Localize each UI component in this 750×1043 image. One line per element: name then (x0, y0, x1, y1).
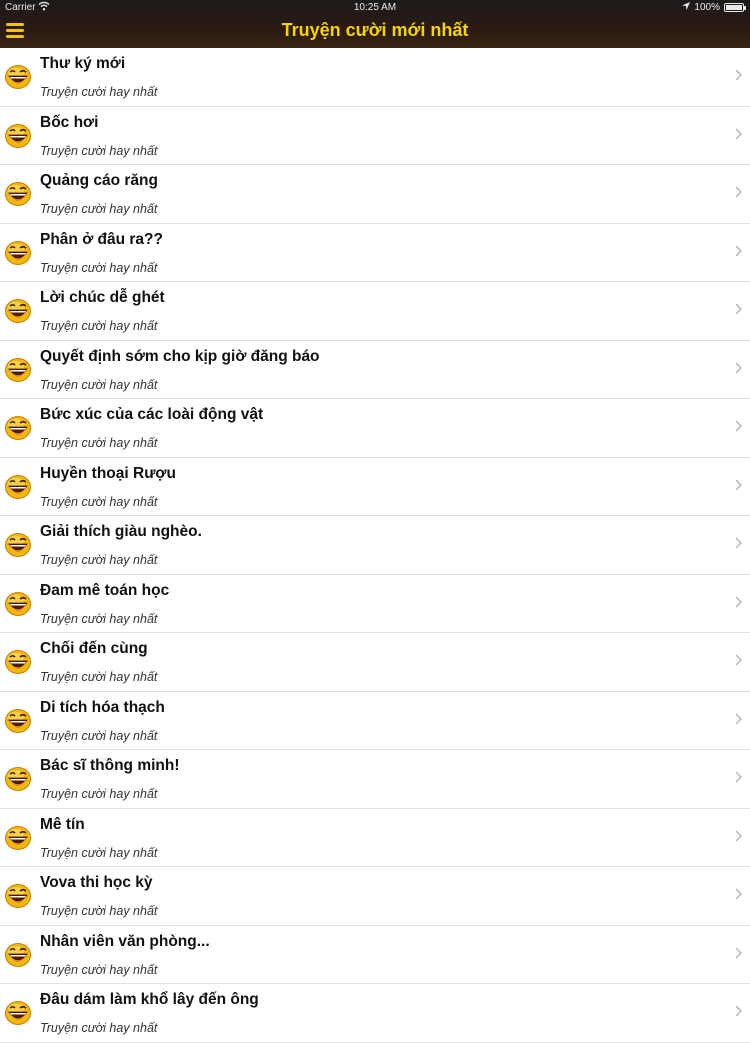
battery-icon (724, 3, 746, 12)
list-item[interactable]: Huyền thoại Rượu Truyện cười hay nhất (0, 457, 750, 516)
list-item-subtitle: Truyện cười hay nhất (40, 436, 158, 450)
laughing-face-icon (4, 181, 32, 207)
list-item-title: Đam mê toán học (40, 581, 170, 599)
list-item-subtitle: Truyện cười hay nhất (40, 143, 158, 158)
chevron-right-icon (735, 536, 743, 552)
chevron-right-icon (735, 68, 743, 84)
laughing-face-icon (4, 64, 32, 90)
laughing-face-icon (4, 708, 32, 734)
list-item[interactable]: Bức xúc của các loài động vật Truyện cười… (0, 399, 750, 458)
laughing-face-icon (4, 1000, 32, 1026)
chevron-right-icon (735, 829, 743, 845)
list-item-subtitle: Truyện cười hay nhất (40, 1021, 158, 1035)
list-item[interactable]: Quảng cáo răng Truyện cười hay nhất (0, 165, 750, 224)
list-item-subtitle: Truyện cười hay nhất (40, 787, 158, 801)
list-item-subtitle: Truyện cười hay nhất (40, 728, 158, 743)
laughing-face-icon (4, 298, 32, 324)
chevron-right-icon (735, 653, 743, 669)
laughing-face-icon (4, 942, 32, 968)
chevron-right-icon (735, 887, 743, 903)
list-item-title: Mê tín (40, 815, 85, 833)
laughing-face-icon (4, 357, 32, 383)
chevron-right-icon (735, 770, 743, 786)
list-item-subtitle: Truyện cười hay nhất (40, 494, 158, 509)
list-item-subtitle: Truyện cười hay nhất (40, 845, 158, 860)
laughing-face-icon (4, 240, 32, 266)
list-item-subtitle: Truyện cười hay nhất (40, 904, 158, 918)
laughing-face-icon (4, 591, 32, 617)
list-item[interactable]: Vova thi học kỳ Truyện cười hay nhất (0, 867, 750, 926)
laughing-face-icon (4, 474, 32, 500)
list-item[interactable]: Đâu dám làm khổ lây đến ông Truyện cười h… (0, 984, 750, 1043)
chevron-right-icon (735, 595, 743, 611)
list-item-title: Bức xúc của các loài động vật (40, 406, 264, 423)
chevron-right-icon (735, 1004, 743, 1020)
list-item[interactable]: Lời chúc dễ ghét Truyện cười hay nhất (0, 282, 750, 341)
chevron-right-icon (735, 185, 743, 201)
list-item-subtitle: Truyện cười hay nhất (40, 377, 158, 392)
list-item[interactable]: Nhân viên văn phòng... Truyện cười hay nh… (0, 925, 750, 984)
list-item-title: Bốc hơi (40, 113, 99, 131)
chevron-right-icon (735, 361, 743, 377)
list-item[interactable]: Quyết định sớm cho kịp giờ đăng báo Truyệ… (0, 340, 750, 399)
page-title: Truyện cười mới nhất (281, 20, 469, 40)
list-item-title: Lời chúc dễ ghét (40, 289, 165, 306)
laughing-face-icon (4, 532, 32, 558)
list-item[interactable]: Bác sĩ thông minh! Truyện cười hay nhất (0, 750, 750, 809)
list-item-subtitle: Truyện cười hay nhất (40, 319, 158, 333)
list-item[interactable]: Giải thích giàu nghèo. Truyện cười hay nh… (0, 516, 750, 575)
status-time: 10:25 AM (353, 2, 397, 13)
location-arrow-icon (682, 2, 691, 13)
chevron-right-icon (735, 244, 743, 260)
list-item-title: Huyền thoại Rượu (40, 464, 176, 482)
list-item[interactable]: Bốc hơi Truyện cười hay nhất (0, 106, 750, 165)
laughing-face-icon (4, 883, 32, 909)
list-item-subtitle: Truyện cười hay nhất (40, 962, 158, 977)
list-item-title: Giải thích giàu nghèo. (40, 523, 202, 540)
list-item-title: Thư ký mới (40, 55, 126, 72)
chevron-right-icon (735, 478, 743, 494)
list-item-title: Quảng cáo răng (40, 172, 158, 189)
laughing-face-icon (4, 825, 32, 851)
joke-list: Thư ký mới Truyện cười hay nhất Bốc hơi Tru… (0, 48, 750, 1043)
list-item-title: Chối đến cùng (40, 640, 148, 657)
list-item[interactable]: Di tích hóa thạch Truyện cười hay nhất (0, 691, 750, 750)
list-item-subtitle: Truyện cười hay nhất (40, 670, 158, 684)
list-item-title: Phân ở đâu ra?? (40, 230, 163, 248)
laughing-face-icon (4, 649, 32, 675)
chevron-right-icon (735, 946, 743, 962)
list-item[interactable]: Mê tín Truyện cười hay nhất (0, 808, 750, 867)
list-item-title: Bác sĩ thông minh! (40, 757, 180, 774)
battery-percent: 100% (694, 2, 720, 13)
list-item[interactable]: Thư ký mới Truyện cười hay nhất (0, 48, 750, 107)
status-bar: Carrier 10:25 AM 100% (0, 0, 750, 16)
chevron-right-icon (735, 419, 743, 435)
list-item-subtitle: Truyện cười hay nhất (40, 611, 158, 626)
chevron-right-icon (735, 712, 743, 728)
list-item[interactable]: Phân ở đâu ra?? Truyện cười hay nhất (0, 223, 750, 282)
list-item[interactable]: Đam mê toán học Truyện cười hay nhất (0, 574, 750, 633)
navigation-bar: Carrier 10:25 AM 100% Truyện cười mới nh… (0, 0, 750, 48)
list-item-subtitle: Truyện cười hay nhất (40, 260, 158, 275)
list-item[interactable]: Chối đến cùng Truyện cười hay nhất (0, 633, 750, 692)
list-item-subtitle: Truyện cười hay nhất (40, 553, 158, 567)
list-item-title: Vova thi học kỳ (40, 874, 153, 891)
list-item-title: Di tích hóa thạch (40, 698, 165, 716)
laughing-face-icon (4, 123, 32, 149)
list-item-title: Quyết định sớm cho kịp giờ đăng báo (40, 347, 320, 365)
list-item-title: Đâu dám làm khổ lây đến ông (40, 991, 259, 1008)
status-right: 100% (682, 2, 746, 13)
chevron-right-icon (735, 127, 743, 143)
laughing-face-icon (4, 415, 32, 441)
chevron-right-icon (735, 302, 743, 318)
list-item-subtitle: Truyện cười hay nhất (40, 202, 158, 216)
laughing-face-icon (4, 766, 32, 792)
list-item-subtitle: Truyện cười hay nhất (40, 85, 158, 99)
list-item-title: Nhân viên văn phòng... (40, 932, 210, 950)
